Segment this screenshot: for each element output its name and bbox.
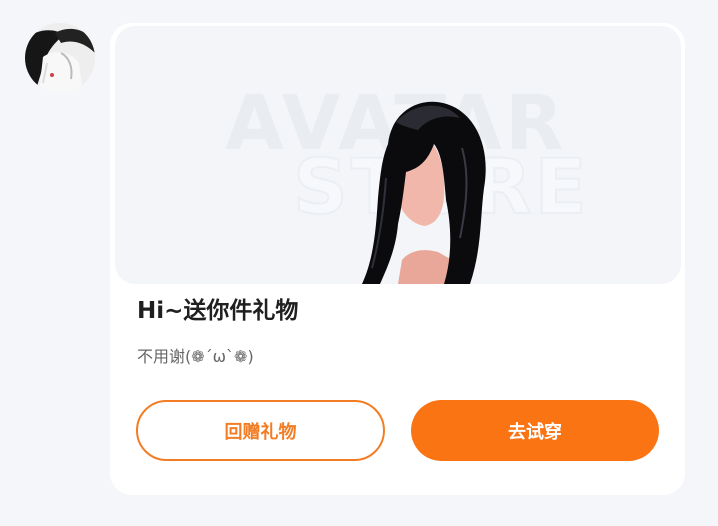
gift-message: 不用谢(❁´ω`❁) — [137, 347, 254, 366]
user-avatar-icon — [25, 23, 95, 93]
sender-avatar[interactable] — [25, 23, 95, 93]
hairstyle-item-icon — [362, 101, 486, 284]
return-gift-button[interactable]: 回赠礼物 — [136, 400, 385, 461]
gift-banner: AVATAR STORE — [115, 26, 681, 284]
gift-message-card: AVATAR STORE Hi~送你件礼物 不用谢(❁´ω`❁) 回赠礼物 去试… — [110, 23, 685, 495]
try-on-button[interactable]: 去试穿 — [411, 400, 659, 461]
gift-title: Hi~送你件礼物 — [137, 298, 299, 324]
